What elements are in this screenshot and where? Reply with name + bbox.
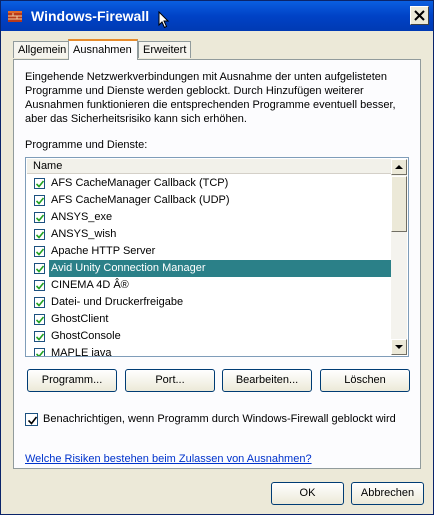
- checkbox[interactable]: [34, 229, 45, 240]
- close-icon: [414, 10, 425, 21]
- list-item[interactable]: GhostConsole: [27, 328, 393, 345]
- list-item-label: GhostConsole: [51, 330, 121, 342]
- firewall-icon: [8, 11, 22, 22]
- list-item-label: AFS CacheManager Callback (TCP): [51, 177, 229, 189]
- button-label: Bearbeiten...: [235, 374, 299, 386]
- checkmark-icon: [36, 316, 44, 324]
- scroll-down-button[interactable]: [391, 339, 407, 355]
- list-item-label: Apache HTTP Server: [51, 245, 156, 257]
- firewall-window: Windows-Firewall Allgemein Ausnahmen Erw…: [0, 0, 434, 515]
- scroll-up-button[interactable]: [391, 159, 407, 175]
- list-item-label: Avid Unity Connection Manager: [51, 262, 206, 274]
- list-item[interactable]: AFS CacheManager Callback (UDP): [27, 192, 393, 209]
- list-item[interactable]: ANSYS_exe: [27, 209, 393, 226]
- checkmark-icon: [36, 299, 44, 307]
- list-item-label: AFS CacheManager Callback (UDP): [51, 194, 230, 206]
- arrow-up-icon: [395, 165, 403, 169]
- mouse-cursor-icon: [158, 11, 170, 29]
- list-item-selected[interactable]: Avid Unity Connection Manager: [27, 260, 393, 277]
- notify-checkbox[interactable]: [25, 413, 38, 426]
- checkmark-icon: [36, 265, 44, 273]
- ok-button[interactable]: OK: [271, 482, 344, 505]
- list-item-label: MAPLE java: [51, 347, 112, 357]
- list-item[interactable]: Datei- und Druckerfreigabe: [27, 294, 393, 311]
- tab-label: Allgemein: [18, 44, 67, 56]
- title-bar[interactable]: Windows-Firewall: [1, 1, 433, 31]
- list-item-label: ANSYS_exe: [51, 211, 113, 223]
- arrow-down-icon: [395, 345, 403, 349]
- programs-listbox[interactable]: Name AFS CacheManager Callback (TCP) AFS…: [25, 157, 409, 357]
- checkbox[interactable]: [34, 280, 45, 291]
- list-item[interactable]: Apache HTTP Server: [27, 243, 393, 260]
- button-label: Löschen: [344, 374, 386, 386]
- checkmark-icon: [28, 416, 37, 425]
- window-title: Windows-Firewall: [31, 8, 150, 24]
- checkmark-icon: [36, 248, 44, 256]
- tab-allgemein[interactable]: Allgemein: [13, 41, 69, 58]
- tab-erweitert[interactable]: Erweitert: [138, 41, 191, 58]
- tab-ausnahmen[interactable]: Ausnahmen: [68, 39, 138, 60]
- description-text: Eingehende Netzwerkverbindungen mit Ausn…: [25, 71, 396, 125]
- list-item-label: GhostClient: [51, 313, 109, 325]
- checkbox[interactable]: [34, 246, 45, 257]
- button-label: OK: [299, 487, 316, 499]
- button-label: Abbrechen: [360, 487, 415, 499]
- checkbox[interactable]: [34, 331, 45, 342]
- checkmark-icon: [36, 350, 44, 356]
- column-header-name[interactable]: Name: [27, 159, 392, 174]
- vertical-scrollbar[interactable]: [391, 159, 407, 355]
- checkmark-icon: [36, 282, 44, 290]
- delete-button[interactable]: Löschen: [320, 369, 410, 392]
- checkmark-icon: [36, 180, 44, 188]
- checkbox[interactable]: [34, 195, 45, 206]
- list-item[interactable]: ANSYS_wish: [27, 226, 393, 243]
- button-label: Programm...: [41, 374, 103, 386]
- add-port-button[interactable]: Port...: [125, 369, 215, 392]
- scroll-thumb[interactable]: [391, 176, 407, 232]
- checkbox[interactable]: [34, 314, 45, 325]
- list-item-label: CINEMA 4D Â®: [51, 279, 129, 291]
- programs-list-label: Programme und Dienste:: [25, 139, 148, 151]
- notify-label: Benachrichtigen, wenn Programm durch Win…: [43, 413, 396, 425]
- risks-help-link[interactable]: Welche Risiken bestehen beim Zulassen vo…: [25, 453, 312, 465]
- programs-rows: AFS CacheManager Callback (TCP) AFS Cach…: [27, 175, 393, 357]
- list-item[interactable]: MAPLE java: [27, 345, 393, 357]
- cancel-button[interactable]: Abbrechen: [351, 482, 424, 505]
- close-button[interactable]: [410, 6, 429, 25]
- list-item[interactable]: GhostClient: [27, 311, 393, 328]
- list-item-label: ANSYS_wish: [51, 228, 117, 240]
- checkbox[interactable]: [34, 178, 45, 189]
- list-item[interactable]: AFS CacheManager Callback (TCP): [27, 175, 393, 192]
- checkmark-icon: [36, 231, 44, 239]
- checkbox[interactable]: [34, 263, 45, 274]
- checkmark-icon: [36, 214, 44, 222]
- tab-label: Ausnahmen: [73, 44, 132, 56]
- checkmark-icon: [36, 333, 44, 341]
- tab-label: Erweitert: [143, 44, 187, 56]
- edit-button[interactable]: Bearbeiten...: [222, 369, 312, 392]
- add-program-button[interactable]: Programm...: [27, 369, 117, 392]
- list-item-label: Datei- und Druckerfreigabe: [51, 296, 184, 308]
- checkbox[interactable]: [34, 297, 45, 308]
- checkbox[interactable]: [34, 348, 45, 356]
- button-label: Port...: [155, 374, 185, 386]
- checkmark-icon: [36, 197, 44, 205]
- list-item[interactable]: CINEMA 4D Â®: [27, 277, 393, 294]
- checkbox[interactable]: [34, 212, 45, 223]
